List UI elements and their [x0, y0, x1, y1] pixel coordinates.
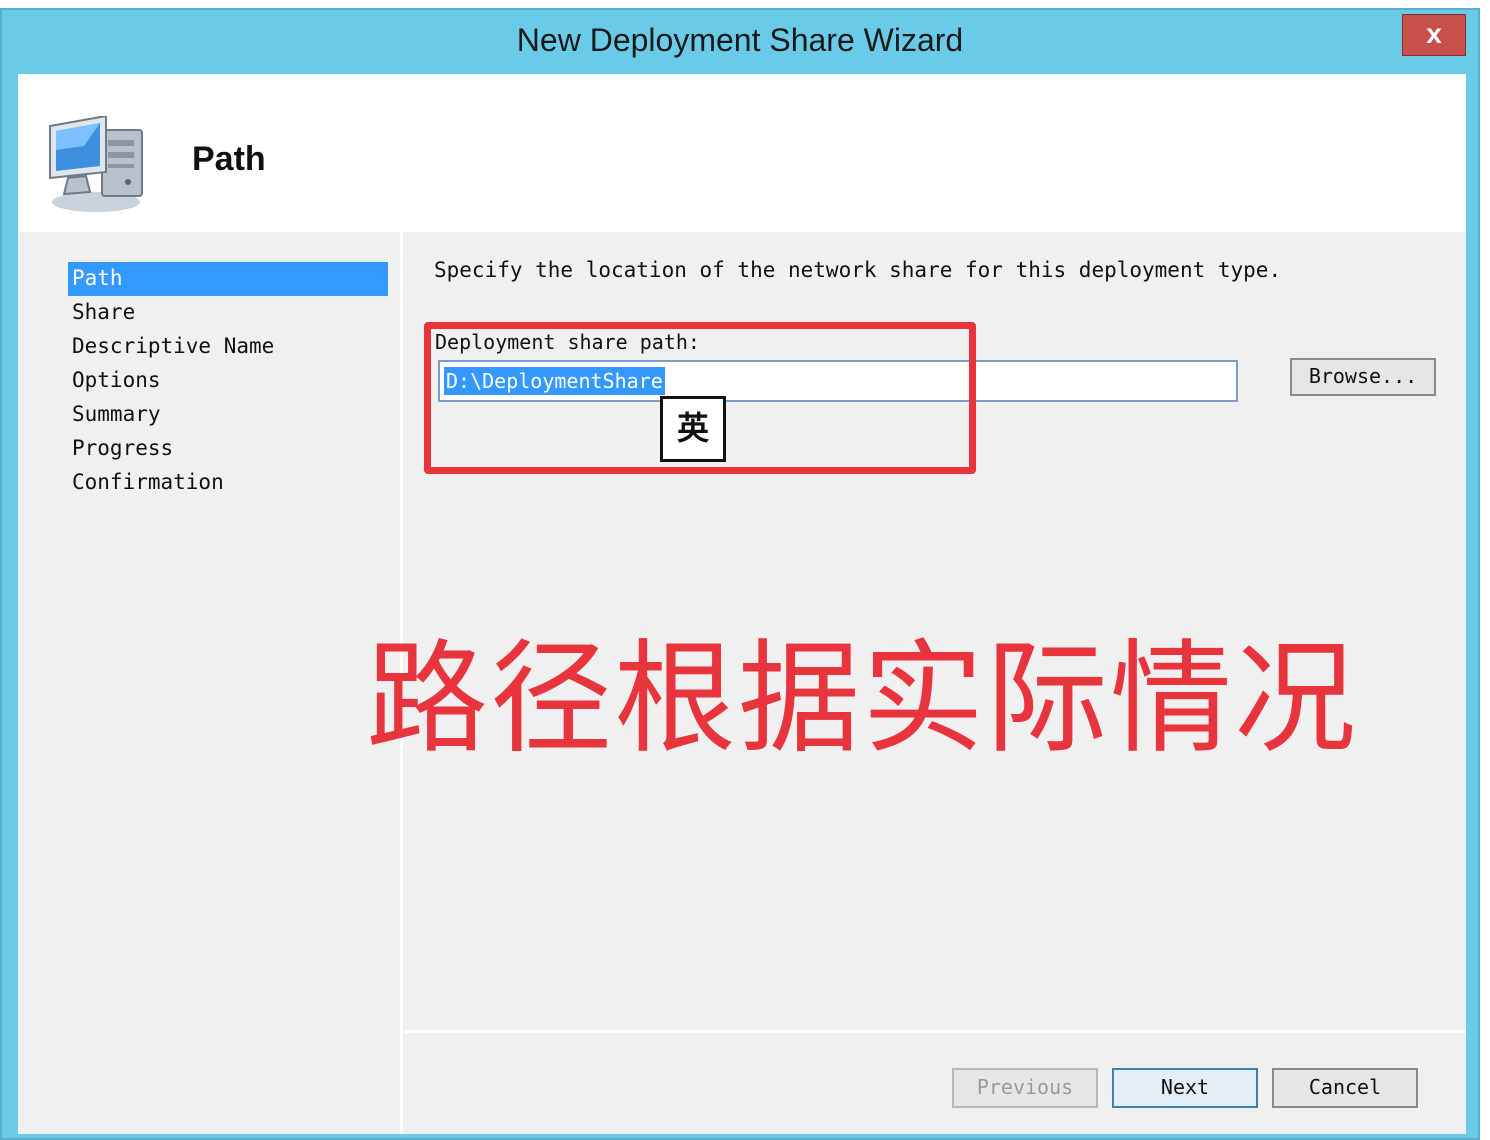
annotation-text: 路径根据实际情况	[366, 631, 1358, 767]
previous-button[interactable]: Previous	[952, 1068, 1098, 1108]
step-summary[interactable]: Summary	[68, 398, 388, 432]
step-path[interactable]: Path	[68, 262, 388, 296]
wizard-client-area: Path Path Share Descriptive Name Options…	[18, 74, 1466, 1134]
close-button[interactable]: x	[1402, 14, 1466, 56]
step-options[interactable]: Options	[68, 364, 388, 398]
page-title: Path	[192, 140, 266, 178]
next-button[interactable]: Next	[1112, 1068, 1258, 1108]
footer-divider	[404, 1030, 1466, 1033]
title-bar[interactable]: New Deployment Share Wizard x	[2, 10, 1478, 72]
annotation-highlight-box	[424, 322, 976, 474]
wizard-steps-sidebar: Path Share Descriptive Name Options Summ…	[18, 232, 403, 1134]
step-descriptive-name[interactable]: Descriptive Name	[68, 330, 388, 364]
wizard-content: Specify the location of the network shar…	[366, 232, 1466, 1134]
wizard-window: New Deployment Share Wizard x Path Path …	[0, 8, 1480, 1140]
computer-icon	[49, 116, 143, 212]
window-title: New Deployment Share Wizard	[516, 22, 964, 58]
wizard-header: Path	[18, 74, 1466, 232]
step-confirmation[interactable]: Confirmation	[68, 466, 388, 500]
cancel-button[interactable]: Cancel	[1272, 1068, 1418, 1108]
step-share[interactable]: Share	[68, 296, 388, 330]
browse-button[interactable]: Browse...	[1290, 358, 1436, 396]
step-progress[interactable]: Progress	[68, 432, 388, 466]
instruction-text: Specify the location of the network shar…	[434, 258, 1282, 282]
